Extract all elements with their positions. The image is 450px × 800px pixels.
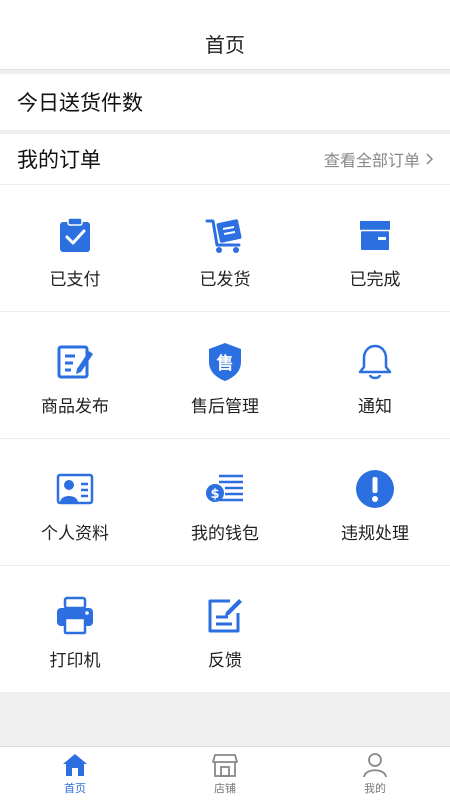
- box-icon: [355, 215, 395, 255]
- grid-item-label: 售后管理: [191, 397, 259, 417]
- tab-home[interactable]: 首页: [0, 747, 150, 800]
- grid-item-label: 商品发布: [41, 397, 109, 417]
- alert-circle-icon: [355, 469, 395, 509]
- feedback-icon: [205, 596, 245, 636]
- grid-item-label: 反馈: [208, 651, 242, 671]
- grid-item-wallet[interactable]: $ 我的钱包: [150, 439, 300, 565]
- clipboard-check-icon: [55, 215, 95, 255]
- chevron-right-icon: [426, 153, 434, 165]
- grid-item-label: 已支付: [49, 270, 101, 290]
- tab-label: 首页: [64, 781, 86, 795]
- today-delivery-count-bar[interactable]: 今日送货件数: [0, 74, 450, 130]
- grid-item-label: 已发货: [199, 270, 251, 290]
- printer-icon: [55, 596, 95, 636]
- grid-item-label: 我的钱包: [191, 524, 259, 544]
- grid-item-label: 个人资料: [41, 524, 109, 544]
- grid-item-violation[interactable]: 违规处理: [300, 439, 450, 565]
- my-orders-header: 我的订单 查看全部订单: [0, 134, 450, 184]
- shield-sell-icon: 售: [205, 342, 245, 382]
- top-header: 首页: [0, 0, 450, 70]
- tab-label: 我的: [364, 781, 386, 795]
- view-all-orders-link[interactable]: 查看全部订单: [324, 147, 434, 171]
- grid-item-notice[interactable]: 通知: [300, 312, 450, 438]
- page-title: 首页: [205, 33, 245, 57]
- tab-mine[interactable]: 我的: [300, 747, 450, 800]
- user-icon: [363, 752, 387, 777]
- today-delivery-label: 今日送货件数: [17, 91, 143, 115]
- store-icon: [212, 753, 238, 777]
- bottom-tab-bar: 首页 店铺 我的: [0, 746, 450, 800]
- svg-text:售: 售: [217, 353, 234, 374]
- bell-icon: [355, 342, 395, 382]
- grid-row: 商品发布 售 售后管理 通知: [0, 311, 450, 438]
- grid-item-completed[interactable]: 已完成: [300, 185, 450, 311]
- grid-item-label: 违规处理: [341, 524, 409, 544]
- grid-item-shipped[interactable]: 已发货: [150, 185, 300, 311]
- grid-item-after-sales[interactable]: 售 售后管理: [150, 312, 300, 438]
- profile-card-icon: [55, 469, 95, 509]
- cart-box-icon: [205, 215, 245, 255]
- my-orders-label: 我的订单: [17, 148, 101, 172]
- grid-item-empty: [300, 566, 450, 692]
- tab-store[interactable]: 店铺: [150, 747, 300, 800]
- grid-row: 个人资料 $ 我的钱包 违规处理: [0, 438, 450, 565]
- grid-item-product-publish[interactable]: 商品发布: [0, 312, 150, 438]
- tab-label: 店铺: [214, 781, 236, 795]
- blank-area: [0, 694, 450, 746]
- grid-item-label: 打印机: [49, 651, 101, 671]
- grid-item-printer[interactable]: 打印机: [0, 566, 150, 692]
- function-grid: 已支付 已发货 已完成 商品发布 售 售后管理 通知 个人资料 $ 我的钱包 违…: [0, 184, 450, 692]
- svg-text:$: $: [210, 487, 219, 502]
- grid-item-label: 通知: [358, 397, 392, 417]
- grid-item-feedback[interactable]: 反馈: [150, 566, 300, 692]
- wallet-coin-icon: $: [205, 469, 245, 509]
- grid-item-label: 已完成: [349, 270, 401, 290]
- grid-item-profile[interactable]: 个人资料: [0, 439, 150, 565]
- view-all-orders-label: 查看全部订单: [323, 151, 420, 170]
- edit-document-icon: [55, 342, 95, 382]
- grid-row: 打印机 反馈: [0, 565, 450, 692]
- home-icon: [63, 753, 87, 776]
- grid-row: 已支付 已发货 已完成: [0, 184, 450, 311]
- grid-item-paid[interactable]: 已支付: [0, 185, 150, 311]
